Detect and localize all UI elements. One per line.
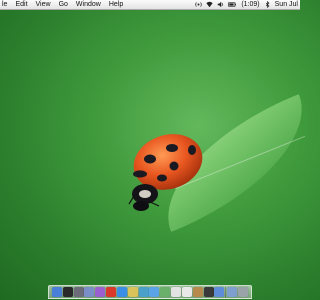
preview-icon[interactable] [160,287,171,297]
menu-view[interactable]: View [32,0,55,10]
status-area: (1:09) Sun Jul [195,1,300,8]
downloads-icon[interactable] [227,287,238,297]
safari-icon[interactable] [116,287,127,297]
volume-icon[interactable] [217,1,224,8]
photos-icon[interactable] [138,287,149,297]
app-menus: le Edit View Go Window Help [0,0,127,10]
calendar-icon[interactable] [181,287,192,297]
mail-icon[interactable] [84,287,95,297]
wifi-icon[interactable] [206,1,213,8]
bluetooth-icon[interactable] [264,1,271,8]
menu-help[interactable]: Help [105,0,127,10]
itunes-icon[interactable] [95,287,106,297]
battery-icon[interactable] [228,1,237,8]
dashboard-icon[interactable] [62,287,73,297]
wallpaper-ladybug [128,134,203,211]
menu-bar: le Edit View Go Window Help (1:09) Sun J… [0,0,300,10]
trash-icon[interactable] [237,287,248,297]
menu-file[interactable]: le [0,0,11,10]
broadcast-icon[interactable] [195,1,202,8]
battery-time: (1:09) [241,1,260,8]
ichat-icon[interactable] [149,287,160,297]
reminder-icon[interactable] [106,287,117,297]
terminal-icon[interactable] [203,287,214,297]
menu-edit[interactable]: Edit [11,0,31,10]
dock [48,285,252,299]
desktop[interactable] [0,11,320,300]
addressbook-icon[interactable] [192,287,203,297]
menu-go[interactable]: Go [55,0,72,10]
system-prefs-icon[interactable] [73,287,84,297]
app-store-icon[interactable] [214,287,225,297]
textedit-icon[interactable] [171,287,182,297]
finder-icon[interactable] [52,287,62,297]
notes-icon[interactable] [127,287,138,297]
menubar-clock[interactable]: Sun Jul [275,1,298,8]
menu-window[interactable]: Window [72,0,105,10]
